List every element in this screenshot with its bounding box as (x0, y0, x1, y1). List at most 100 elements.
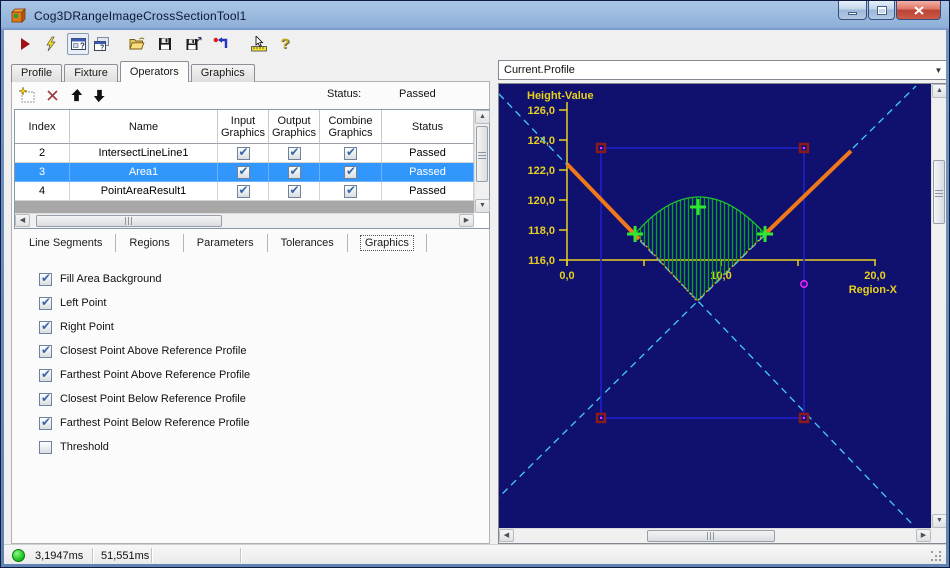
chevron-down-icon: ▼ (934, 65, 943, 75)
option-label: Threshold (60, 441, 109, 453)
add-operator-button[interactable] (18, 86, 36, 104)
output-graphics-checkbox[interactable] (287, 183, 301, 198)
column-header-name[interactable]: Name (70, 110, 218, 144)
title-bar[interactable]: Cog3DRangeImageCrossSectionTool1 (1, 1, 949, 30)
combine-graphics-checkbox[interactable] (344, 145, 357, 160)
scroll-right-button[interactable]: ▶ (916, 529, 931, 542)
tab-graphics[interactable]: Graphics (190, 64, 255, 82)
operator-row-intersectlineline1[interactable]: 2 IntersectLineLine1 Passed (15, 144, 474, 163)
display-vscroll-thumb[interactable] (933, 160, 945, 224)
option-checkbox[interactable] (39, 319, 52, 334)
table-vertical-scrollbar[interactable]: ▲ ▼ (474, 110, 490, 213)
save-as-button[interactable] (182, 33, 204, 55)
scroll-down-button[interactable]: ▼ (475, 199, 490, 213)
delete-operator-button[interactable] (43, 86, 61, 104)
combine-graphics-checkbox[interactable] (344, 164, 357, 179)
column-header-status[interactable]: Status (382, 110, 474, 144)
display-source-combobox[interactable]: Current.Profile ▼ (498, 60, 946, 80)
table-vscroll-thumb[interactable] (476, 126, 488, 182)
option-fill-area-background[interactable]: Fill Area Background (39, 271, 489, 286)
column-header-output-graphics[interactable]: Output Graphics (269, 110, 320, 144)
option-checkbox[interactable] (39, 271, 52, 286)
svg-text:122,0: 122,0 (527, 165, 555, 177)
tab-profile[interactable]: Profile (11, 64, 63, 82)
maximize-button[interactable] (868, 1, 895, 20)
reset-tool-button[interactable] (210, 33, 232, 55)
output-graphics-checkbox[interactable] (287, 145, 301, 160)
profile-display[interactable]: 126,0 124,0 122,0 120,0 118,0 116,00,010… (493, 83, 946, 544)
scroll-up-button[interactable]: ▲ (932, 84, 946, 98)
option-farthest-point-above-reference-profile[interactable]: Farthest Point Above Reference Profile (39, 367, 489, 382)
tab-operators[interactable]: Operators (119, 61, 189, 82)
sub-tab-graphics[interactable]: Graphics (348, 234, 427, 252)
option-checkbox[interactable] (39, 440, 52, 454)
output-graphics-checkbox[interactable] (287, 164, 301, 179)
scroll-up-button[interactable]: ▲ (475, 110, 490, 124)
sub-tab-parameters[interactable]: Parameters (184, 234, 268, 252)
option-closest-point-below-reference-profile[interactable]: Closest Point Below Reference Profile (39, 391, 489, 406)
option-checkbox[interactable] (39, 367, 52, 382)
sub-tab-line-segments[interactable]: Line Segments (16, 234, 117, 252)
tab-fixture[interactable]: Fixture (64, 64, 118, 82)
operator-sub-tab-strip: Line Segments Regions Parameters Tolerances… (12, 232, 489, 254)
sub-tab-regions[interactable]: Regions (116, 234, 184, 252)
help-button[interactable]: ? ? (274, 33, 296, 55)
show-result-display-button[interactable]: ? (67, 33, 89, 55)
cell-status: Passed (382, 163, 474, 182)
scroll-right-button[interactable]: ▶ (459, 214, 474, 227)
column-header-combine-graphics[interactable]: Combine Graphics (320, 110, 382, 144)
option-checkbox[interactable] (39, 343, 52, 358)
option-closest-point-above-reference-profile[interactable]: Closest Point Above Reference Profile (39, 343, 489, 358)
run-trigger-button[interactable] (40, 33, 62, 55)
operators-tab-page: Status: Passed Index Name Input Graphics Out… (11, 81, 490, 544)
option-left-point[interactable]: Left Point (39, 295, 489, 310)
column-header-index[interactable]: Index (15, 110, 70, 144)
profile-chart[interactable]: 126,0 124,0 122,0 120,0 118,0 116,00,010… (493, 84, 931, 533)
main-toolbar: ? ? ? ? (4, 30, 946, 58)
pointer-ruler-button[interactable] (248, 33, 270, 55)
open-file-button[interactable] (126, 33, 148, 55)
move-up-button[interactable] (67, 86, 85, 104)
operator-row-pointarearesult1[interactable]: 4 PointAreaResult1 Passed (15, 182, 474, 201)
svg-text:116,0: 116,0 (528, 255, 555, 267)
scroll-left-button[interactable]: ◀ (15, 214, 30, 227)
run-tool-button[interactable] (14, 33, 36, 55)
profile-chart-svg[interactable]: 126,0 124,0 122,0 120,0 118,0 116,00,010… (493, 84, 931, 528)
float-result-display-button[interactable]: ? (90, 33, 112, 55)
divider (151, 548, 152, 563)
display-vertical-scrollbar[interactable]: ▲ ▼ (931, 84, 946, 528)
table-horizontal-scrollbar[interactable]: ◀ ▶ (15, 213, 474, 228)
option-label: Closest Point Below Reference Profile (60, 393, 246, 405)
scroll-left-button[interactable]: ◀ (499, 529, 514, 542)
option-checkbox[interactable] (39, 391, 52, 406)
minimize-button[interactable] (838, 1, 867, 20)
display-hscroll-thumb[interactable] (647, 530, 775, 542)
sub-tab-tolerances[interactable]: Tolerances (268, 234, 348, 252)
option-checkbox[interactable] (39, 295, 52, 310)
resize-grip[interactable] (931, 551, 943, 563)
column-header-input-graphics[interactable]: Input Graphics (218, 110, 269, 144)
input-graphics-checkbox[interactable] (236, 145, 250, 160)
operators-table: Index Name Input Graphics Output Graphics Comb… (14, 109, 490, 229)
display-horizontal-scrollbar[interactable]: ◀ ▶ (499, 528, 931, 543)
close-button[interactable] (896, 1, 941, 20)
table-hscroll-thumb[interactable] (36, 215, 222, 227)
input-graphics-checkbox[interactable] (236, 183, 250, 198)
combine-graphics-checkbox[interactable] (344, 183, 357, 198)
option-farthest-point-below-reference-profile[interactable]: Farthest Point Below Reference Profile (39, 415, 489, 430)
scroll-down-button[interactable]: ▼ (932, 514, 946, 528)
option-right-point[interactable]: Right Point (39, 319, 489, 334)
svg-text:124,0: 124,0 (527, 135, 555, 147)
table-header-row: Index Name Input Graphics Output Graphics Comb… (15, 110, 474, 144)
move-down-button[interactable] (90, 86, 108, 104)
operator-row-area1[interactable]: 3 Area1 Passed (15, 163, 474, 182)
divider (92, 548, 93, 563)
save-file-button[interactable] (154, 33, 176, 55)
option-threshold[interactable]: Threshold (39, 440, 489, 454)
run-trigger-icon (46, 36, 56, 52)
option-checkbox[interactable] (39, 415, 52, 430)
scrollbar-corner (931, 528, 946, 543)
input-graphics-checkbox[interactable] (236, 164, 250, 179)
client-area: ? ? ? ? Profile Fixture Operators Graphi… (4, 30, 946, 564)
cell-input-graphics (218, 182, 269, 201)
